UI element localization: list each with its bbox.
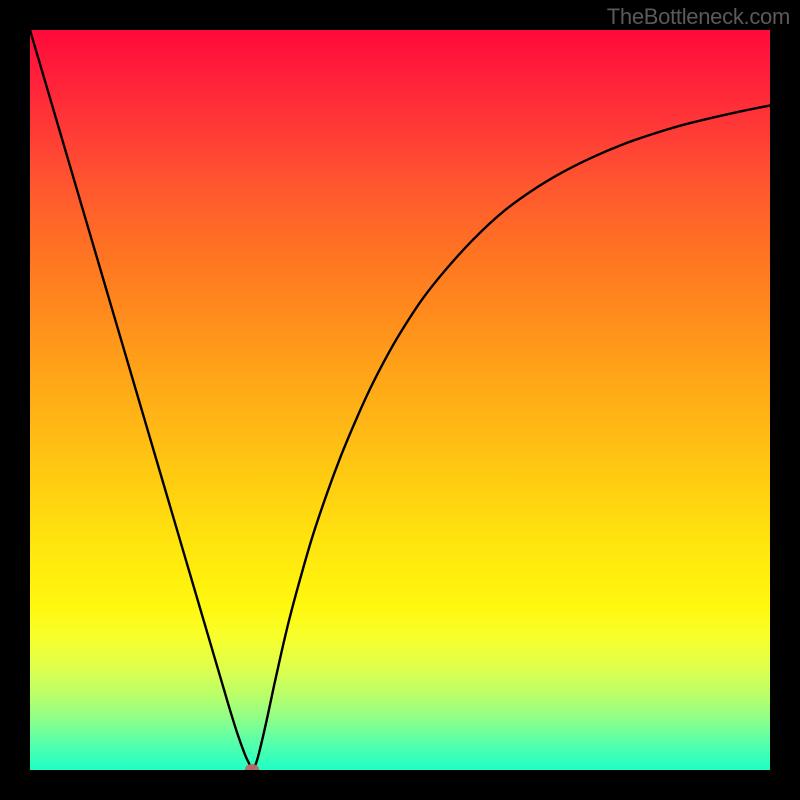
curve-svg [30, 30, 770, 770]
plot-area [30, 30, 770, 770]
bottleneck-curve [30, 30, 770, 769]
minimum-marker [245, 764, 259, 770]
watermark-text: TheBottleneck.com [607, 4, 790, 30]
chart-container: TheBottleneck.com [0, 0, 800, 800]
